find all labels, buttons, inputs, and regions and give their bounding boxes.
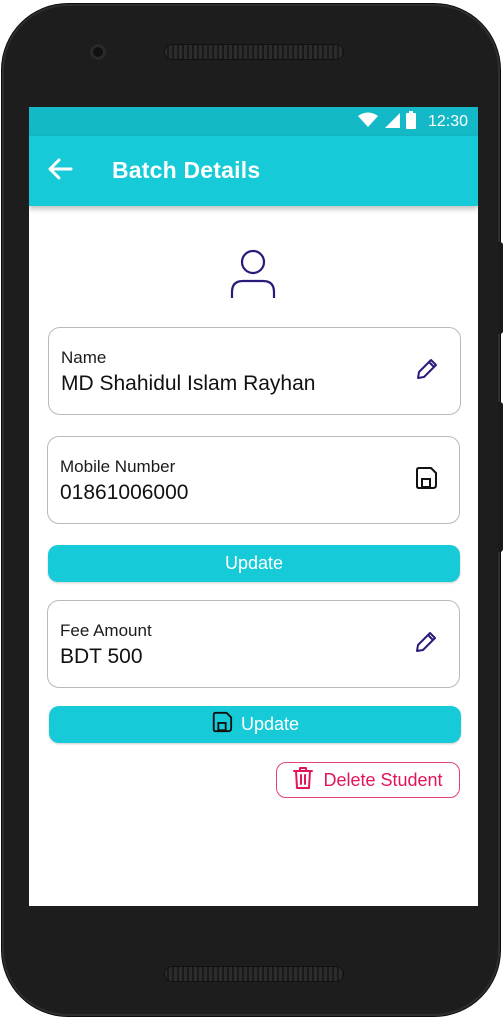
pencil-icon	[414, 356, 440, 387]
edit-name-button[interactable]	[411, 355, 443, 387]
name-field: Name MD Shahidul Islam Rayhan	[48, 327, 461, 415]
save-mobile-button[interactable]	[410, 464, 442, 496]
pencil-icon	[413, 629, 439, 660]
phone-frame: 12:30 Batch Details Name MD Shahidul Isl…	[2, 4, 500, 1016]
mobile-number-value: 01861006000	[60, 481, 189, 504]
status-bar: 12:30	[29, 107, 478, 136]
save-icon	[211, 711, 233, 738]
bottom-speaker	[164, 966, 344, 982]
earpiece-speaker	[164, 44, 344, 60]
fee-amount-label: Fee Amount	[60, 621, 152, 640]
trash-icon	[293, 766, 314, 795]
edit-fee-button[interactable]	[410, 628, 442, 660]
battery-icon	[405, 110, 416, 134]
back-button[interactable]	[45, 158, 75, 184]
update-fee-button[interactable]: Update	[49, 706, 461, 743]
delete-student-button[interactable]: Delete Student	[276, 762, 460, 798]
app-bar: Batch Details	[29, 136, 478, 206]
update-fee-label: Update	[240, 714, 300, 734]
delete-student-label: Delete Student	[323, 769, 443, 790]
name-label: Name	[61, 348, 107, 367]
page-title: Batch Details	[112, 157, 261, 183]
name-value: MD Shahidul Islam Rayhan	[61, 372, 316, 395]
fee-amount-value: BDT 500	[60, 645, 143, 668]
front-camera	[90, 44, 106, 60]
fee-amount-field: Fee Amount BDT 500	[47, 600, 460, 688]
power-button	[498, 402, 503, 552]
save-icon	[414, 466, 438, 495]
mobile-number-field: Mobile Number 01861006000	[47, 436, 460, 524]
volume-button	[498, 242, 503, 334]
arrow-left-icon	[47, 158, 73, 185]
app-screen: 12:30 Batch Details Name MD Shahidul Isl…	[29, 107, 478, 906]
update-mobile-button[interactable]: Update	[48, 545, 460, 582]
user-icon	[229, 248, 277, 300]
status-time: 12:30	[427, 113, 468, 130]
mobile-number-label: Mobile Number	[60, 457, 176, 476]
update-mobile-label: Update	[224, 553, 284, 573]
wifi-icon	[357, 112, 378, 133]
cellular-signal-icon	[384, 112, 400, 133]
